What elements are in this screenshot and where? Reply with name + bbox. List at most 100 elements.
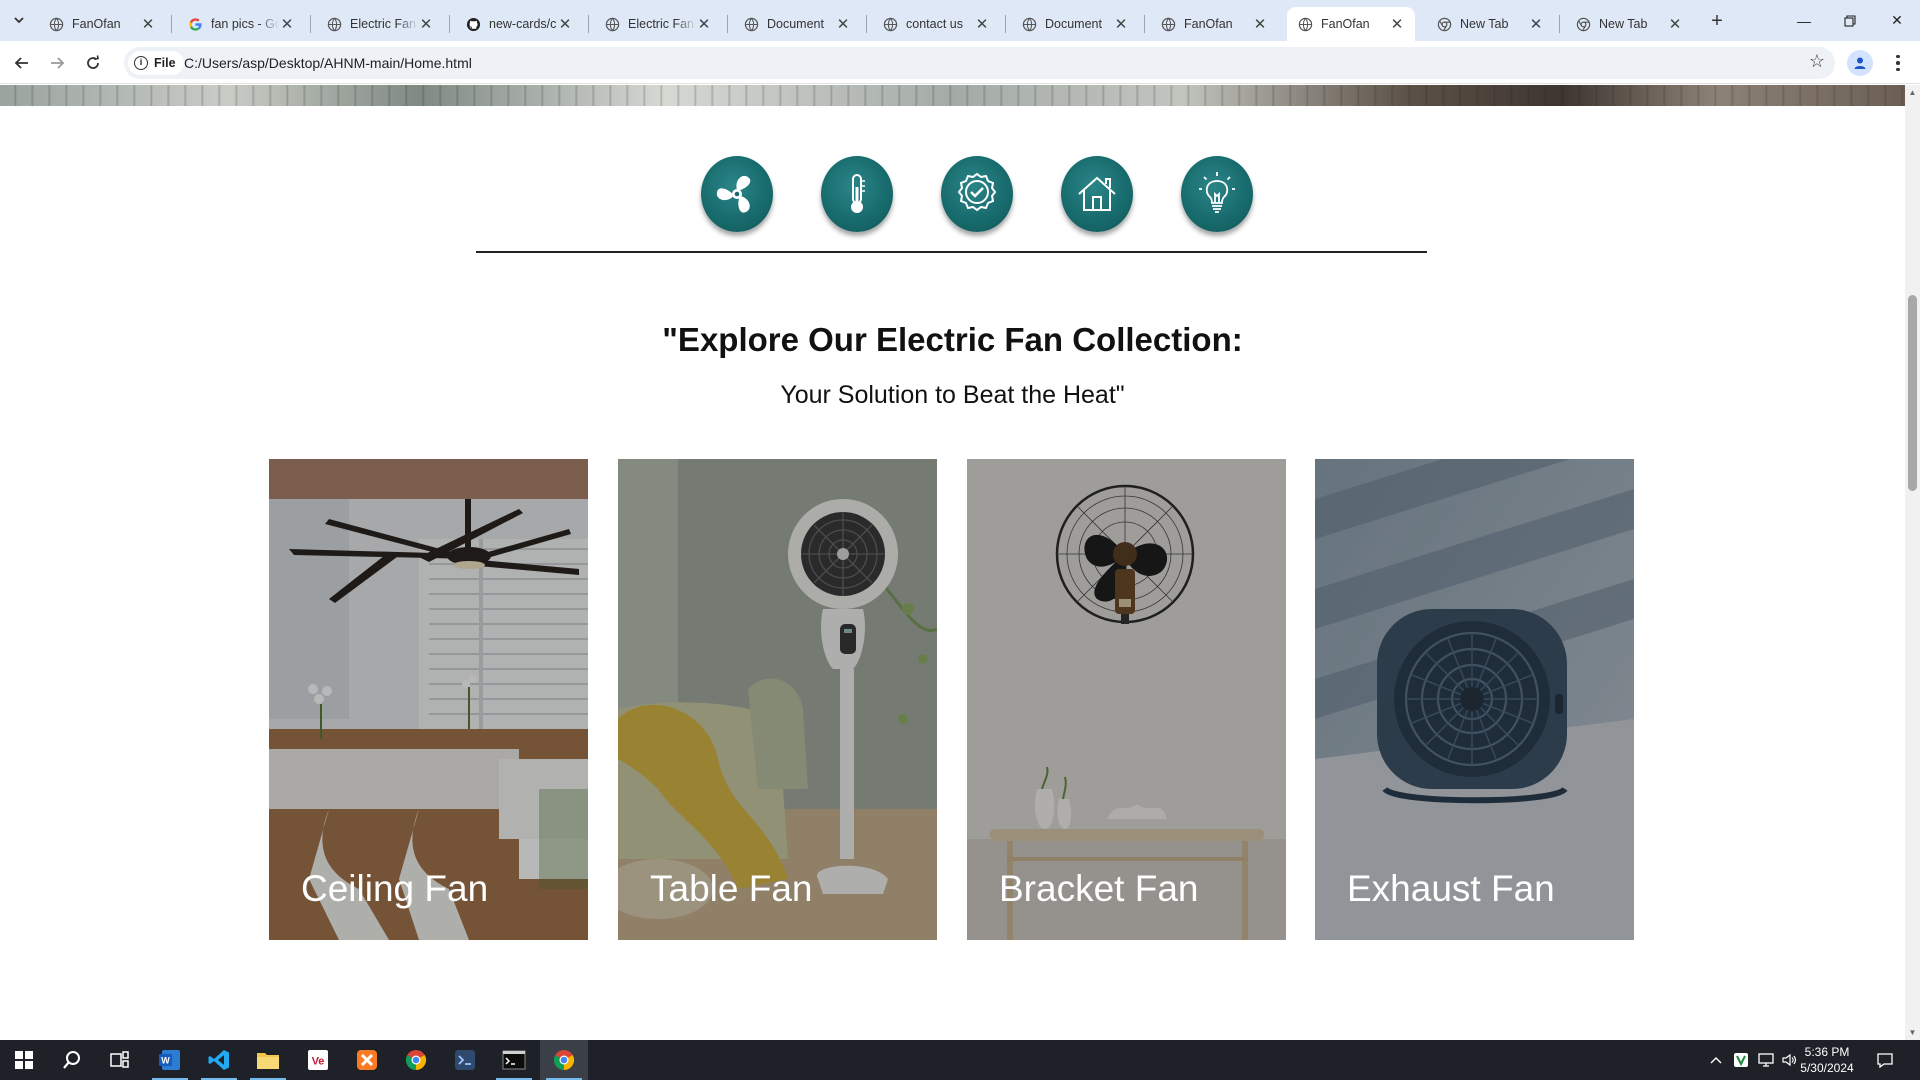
tab-close-icon[interactable]: ✕ — [1252, 15, 1268, 33]
globe-icon — [1160, 16, 1176, 32]
tab-separator — [727, 15, 728, 33]
tab-close-icon[interactable]: ✕ — [279, 15, 295, 33]
page-scrollbar[interactable]: ▲ ▼ — [1905, 85, 1920, 1040]
xampp-icon[interactable] — [343, 1040, 391, 1080]
site-info-label: File — [154, 56, 176, 70]
back-arrow-icon — [14, 57, 28, 69]
collection-heading: "Explore Our Electric Fan Collection: — [662, 321, 1243, 358]
tab-title: new-cards/c — [489, 17, 557, 31]
windows-start-icon[interactable] — [0, 1040, 48, 1080]
bracket-fan-card[interactable]: Bracket Fan — [967, 459, 1286, 940]
fan-icon[interactable] — [701, 156, 773, 232]
new-tab-button[interactable]: + — [1703, 8, 1731, 36]
browser-tab[interactable]: fan pics - Go ✕ — [177, 7, 305, 41]
browser-tab[interactable]: New Tab ✕ — [1565, 7, 1693, 41]
exhaust-fan-card[interactable]: Exhaust Fan — [1315, 459, 1634, 940]
tab-close-icon[interactable]: ✕ — [1113, 15, 1129, 33]
scroll-up-arrow-icon[interactable]: ▲ — [1905, 85, 1920, 100]
tab-close-icon[interactable]: ✕ — [1667, 15, 1683, 33]
task-view-icon[interactable] — [96, 1040, 144, 1080]
scrollbar-thumb[interactable] — [1908, 295, 1917, 491]
tab-close-icon[interactable]: ✕ — [974, 15, 990, 33]
google-icon — [187, 16, 203, 32]
clock-time: 5:36 PM — [1804, 1045, 1850, 1059]
chrome-icon[interactable] — [392, 1040, 440, 1080]
chrome-active-icon[interactable] — [540, 1040, 588, 1080]
tab-strip: FanOfan✕ fan pics - Go✕ Electric Fan C✕ new… — [0, 0, 1920, 41]
section-divider — [476, 251, 1427, 253]
tab-close-icon[interactable]: ✕ — [557, 15, 573, 33]
quality-badge-icon[interactable] — [941, 156, 1013, 232]
profile-avatar-icon[interactable] — [1847, 50, 1873, 76]
tab-title: Document — [767, 17, 824, 31]
card-label: Bracket Fan — [999, 868, 1199, 909]
browser-toolbar: i File C:/Users/asp/Desktop/AHNM-main/Ho… — [0, 41, 1920, 84]
browser-menu-icon[interactable] — [1888, 50, 1908, 76]
tab-close-icon[interactable]: ✕ — [835, 15, 851, 33]
close-window-button[interactable]: ✕ — [1874, 0, 1920, 41]
tab-title: New Tab — [1599, 17, 1648, 31]
vs-project-icon[interactable]: Ve — [294, 1040, 342, 1080]
windows-taskbar: W Ve 5:36 PM 5/30/2024 — [0, 1040, 1920, 1080]
terminal-icon[interactable] — [490, 1040, 538, 1080]
show-hidden-icons-icon[interactable] — [1710, 1040, 1722, 1080]
notification-center-icon[interactable] — [1876, 1040, 1894, 1080]
browser-tab[interactable]: Document ✕ — [1011, 7, 1139, 41]
hero-image-bottom-edge — [0, 85, 1905, 106]
browser-tab[interactable]: New Tab ✕ — [1426, 7, 1554, 41]
forward-arrow-icon — [51, 57, 65, 69]
card-label: Exhaust Fan — [1347, 868, 1555, 909]
chrome-icon — [1575, 16, 1591, 32]
tab-search-chevron-icon[interactable] — [8, 9, 30, 31]
system-clock[interactable]: 5:36 PM 5/30/2024 — [1792, 1044, 1862, 1076]
browser-tab[interactable]: Document ✕ — [733, 7, 861, 41]
lightbulb-icon[interactable] — [1181, 156, 1253, 232]
tab-close-icon[interactable]: ✕ — [418, 15, 434, 33]
reload-button[interactable] — [79, 49, 107, 77]
tab-close-icon[interactable]: ✕ — [140, 15, 156, 33]
tab-close-icon[interactable]: ✕ — [1528, 15, 1544, 33]
tab-title: Document — [1045, 17, 1102, 31]
tab-separator — [1005, 15, 1006, 33]
forward-button[interactable] — [43, 49, 71, 77]
svg-text:W: W — [161, 1056, 170, 1066]
github-icon — [465, 16, 481, 32]
browser-tab[interactable]: Electric Fan C✕ — [594, 7, 722, 41]
network-icon[interactable] — [1757, 1040, 1775, 1080]
ceiling-fan-card[interactable]: Ceiling Fan — [269, 459, 588, 940]
browser-tab[interactable]: FanOfan ✕ — [38, 7, 166, 41]
restore-button[interactable] — [1827, 0, 1873, 41]
address-bar[interactable]: i File C:/Users/asp/Desktop/AHNM-main/Ho… — [124, 47, 1835, 79]
thermometer-icon[interactable] — [821, 156, 893, 232]
tab-close-icon[interactable]: ✕ — [1389, 15, 1405, 33]
url-text[interactable]: C:/Users/asp/Desktop/AHNM-main/Home.html — [184, 55, 472, 71]
file-explorer-icon[interactable] — [244, 1040, 292, 1080]
scroll-down-arrow-icon[interactable]: ▼ — [1905, 1025, 1920, 1040]
minimize-button[interactable]: — — [1781, 0, 1827, 41]
browser-tab[interactable]: new-cards/c ✕ — [455, 7, 583, 41]
tab-close-icon[interactable]: ✕ — [696, 15, 712, 33]
info-icon: i — [134, 56, 148, 70]
tab-separator — [310, 15, 311, 33]
tray-app-icon[interactable] — [1733, 1040, 1749, 1080]
table-fan-card[interactable]: Table Fan — [618, 459, 937, 940]
browser-tab[interactable]: FanOfan ✕ — [1287, 7, 1415, 41]
tab-separator — [449, 15, 450, 33]
word-icon[interactable]: W — [146, 1040, 194, 1080]
browser-tab[interactable]: FanOfan ✕ — [1150, 7, 1278, 41]
tab-separator — [1559, 15, 1560, 33]
bookmark-star-icon[interactable]: ☆ — [1809, 51, 1825, 72]
back-button[interactable] — [8, 49, 36, 77]
tab-separator — [588, 15, 589, 33]
globe-icon — [1297, 16, 1313, 32]
tab-separator — [1144, 15, 1145, 33]
browser-tab[interactable]: contact us ✕ — [872, 7, 1000, 41]
search-icon[interactable] — [48, 1040, 96, 1080]
vscode-icon[interactable] — [195, 1040, 243, 1080]
browser-tab[interactable]: Electric Fan C✕ — [316, 7, 444, 41]
visual-studio-icon[interactable] — [441, 1040, 489, 1080]
tab-separator — [866, 15, 867, 33]
globe-icon — [48, 16, 64, 32]
home-icon[interactable] — [1061, 156, 1133, 232]
site-info-chip[interactable]: i File — [128, 51, 184, 75]
